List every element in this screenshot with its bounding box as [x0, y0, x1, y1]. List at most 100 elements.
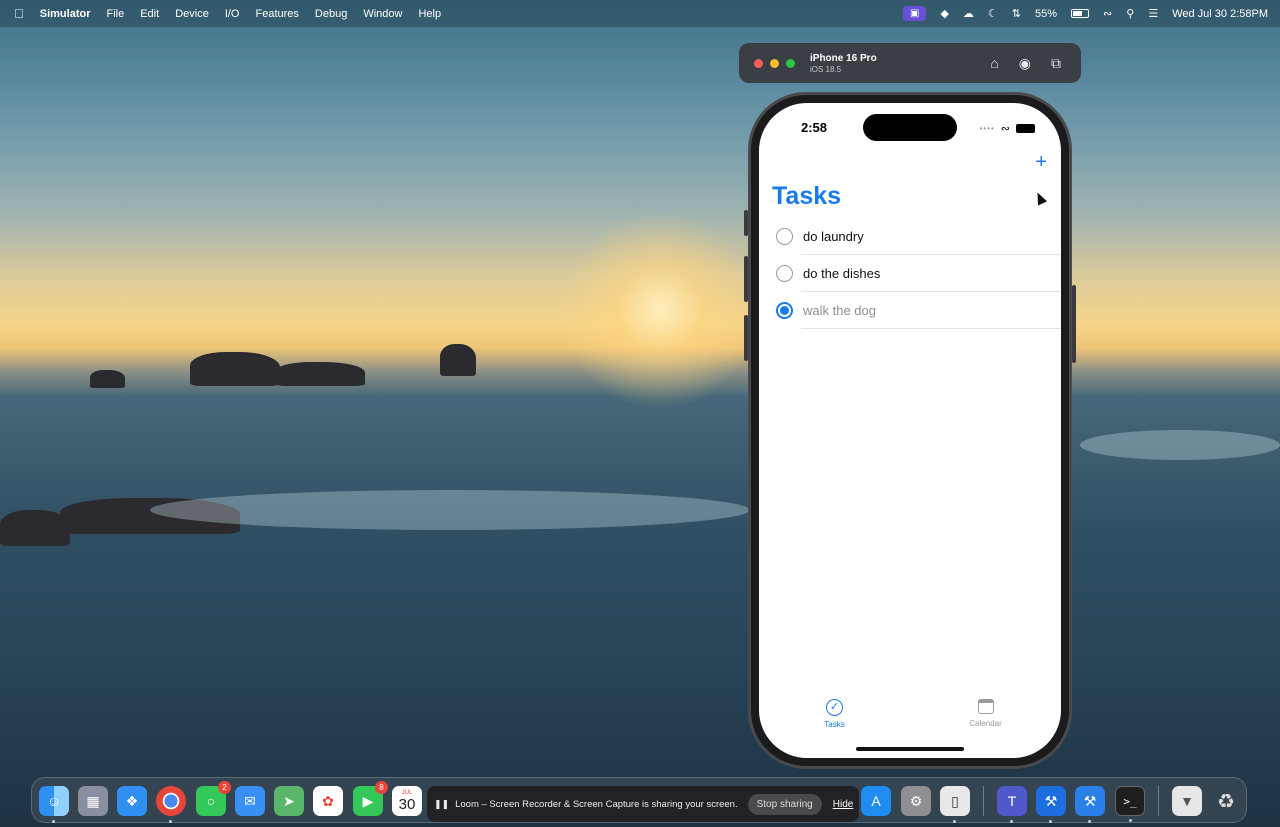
phone-battery-icon	[1016, 124, 1035, 133]
downloads-folder-icon[interactable]: ▼	[1172, 786, 1202, 816]
sharing-message: Loom – Screen Recorder & Screen Capture …	[455, 798, 738, 810]
os-version: iOS 18.5	[810, 64, 842, 74]
menu-app-name[interactable]: Simulator	[40, 8, 91, 20]
task-list: do laundry do the dishes walk the dog	[759, 218, 1061, 329]
status-time: 2:58	[801, 120, 828, 135]
search-icon[interactable]: ⚲	[1126, 7, 1134, 20]
screen-sharing-banner: ❚❚ Loom – Screen Recorder & Screen Captu…	[427, 786, 859, 822]
macos-menu-bar:  Simulator File Edit Device I/O Feature…	[0, 0, 1280, 27]
phone-wifi-icon: ∾	[1000, 123, 1010, 135]
tab-calendar[interactable]: Calendar	[910, 699, 1061, 729]
calendar-app-icon[interactable]: JUL 30	[392, 786, 422, 816]
home-indicator[interactable]	[856, 747, 964, 751]
mail-icon[interactable]: ✉	[235, 786, 265, 816]
xcode-icon[interactable]: ⚒	[1036, 786, 1066, 823]
messages-icon[interactable]: ○ 2	[196, 781, 231, 816]
status-indicators: •••• ∾	[980, 122, 1035, 135]
facetime-icon[interactable]: ▶ 8	[353, 781, 388, 816]
simulator-title-bar: iPhone 16 Pro iOS 18.5 ⌂ ◉ ⧉	[739, 43, 1081, 83]
home-icon[interactable]: ⌂	[990, 55, 998, 72]
menu-file[interactable]: File	[106, 8, 124, 20]
running-indicator	[1010, 820, 1013, 823]
tab-label: Calendar	[969, 719, 1002, 728]
teams-status-icon[interactable]: ◆	[940, 7, 948, 20]
apple-menu-icon[interactable]: 	[14, 6, 24, 21]
wallpaper-rock	[275, 362, 365, 386]
menu-datetime[interactable]: Wed Jul 30 2:58PM	[1172, 8, 1268, 20]
menu-io[interactable]: I/O	[225, 8, 240, 20]
tab-tasks[interactable]: ✓ Tasks	[759, 699, 910, 729]
zoom-button[interactable]	[786, 58, 795, 68]
running-indicator	[1049, 820, 1052, 823]
screenshot-icon[interactable]: ◉	[1019, 55, 1031, 72]
photos-icon[interactable]: ✿	[313, 786, 343, 816]
cloud-status-icon[interactable]: ☁	[963, 7, 974, 20]
volume-down-button[interactable]	[744, 315, 748, 361]
minimize-button[interactable]	[770, 58, 779, 68]
network-icon[interactable]: ⇅	[1012, 7, 1021, 20]
calendar-day: 30	[398, 795, 416, 813]
window-controls	[739, 58, 795, 68]
moon-icon[interactable]: ☾	[988, 7, 998, 20]
running-indicator	[953, 820, 956, 823]
menu-edit[interactable]: Edit	[140, 8, 159, 20]
signal-icon: ••••	[979, 124, 995, 133]
task-checkbox[interactable]	[776, 265, 793, 282]
wallpaper-rock	[90, 370, 125, 388]
task-checkbox[interactable]	[776, 228, 793, 245]
teams-icon[interactable]: T	[997, 786, 1027, 823]
page-title: Tasks	[772, 182, 842, 210]
checkmark-circle-icon: ✓	[826, 699, 843, 716]
system-settings-icon[interactable]: ⚙	[901, 786, 931, 816]
terminal-icon[interactable]: >_	[1115, 786, 1145, 822]
task-checkbox-checked[interactable]	[776, 302, 793, 319]
pause-icon[interactable]: ❚❚	[434, 799, 449, 810]
launchpad-icon[interactable]: ▦	[78, 786, 108, 816]
device-name: iPhone 16 Pro	[810, 52, 877, 64]
action-button[interactable]	[744, 210, 748, 236]
dock-divider	[1158, 786, 1159, 816]
dock-divider	[983, 786, 984, 816]
power-button[interactable]	[1072, 285, 1076, 363]
task-label: walk the dog	[803, 303, 876, 318]
divider	[801, 328, 1061, 329]
trash-icon[interactable]: ♻	[1211, 786, 1241, 816]
menu-features[interactable]: Features	[255, 8, 298, 20]
battery-percent[interactable]: 55%	[1035, 8, 1057, 20]
hide-link[interactable]: Hide	[833, 799, 854, 810]
running-indicator	[1088, 820, 1091, 823]
task-row[interactable]: do the dishes	[759, 255, 1061, 292]
control-center-icon[interactable]: ☰	[1148, 7, 1158, 20]
task-row[interactable]: walk the dog	[759, 292, 1061, 329]
menu-window[interactable]: Window	[363, 8, 402, 20]
app-store-icon[interactable]: A	[861, 786, 891, 816]
chrome-icon[interactable]	[156, 786, 186, 823]
wallpaper-rock	[440, 344, 476, 376]
volume-up-button[interactable]	[744, 256, 748, 302]
screen-share-icon[interactable]: ▣	[903, 6, 927, 21]
facetime-badge: 8	[375, 781, 388, 794]
battery-icon[interactable]	[1071, 9, 1090, 18]
menu-device[interactable]: Device	[175, 8, 209, 20]
menu-debug[interactable]: Debug	[315, 8, 347, 20]
wallpaper-wave	[150, 490, 750, 530]
menu-help[interactable]: Help	[418, 8, 441, 20]
rotate-icon[interactable]: ⧉	[1051, 55, 1061, 72]
wallpaper-rock	[0, 510, 70, 546]
maps-icon[interactable]: ➤	[274, 786, 304, 816]
running-indicator	[169, 820, 172, 823]
wifi-icon[interactable]: ∾	[1103, 7, 1112, 20]
stop-sharing-button[interactable]: Stop sharing	[747, 793, 822, 815]
calendar-icon	[977, 699, 994, 714]
add-task-button[interactable]: +	[1035, 151, 1047, 174]
tab-label: Tasks	[824, 720, 845, 729]
safari-icon[interactable]: ❖	[117, 786, 147, 816]
close-button[interactable]	[754, 58, 763, 68]
xcode-beta-icon[interactable]: ⚒	[1075, 786, 1105, 823]
task-label: do the dishes	[803, 266, 881, 281]
task-row[interactable]: do laundry	[759, 218, 1061, 255]
finder-icon[interactable]: ☺	[39, 786, 69, 823]
simulator-icon[interactable]: ▯	[940, 786, 970, 823]
simulator-title: iPhone 16 Pro iOS 18.5	[810, 53, 877, 74]
wallpaper-rock	[190, 352, 280, 386]
